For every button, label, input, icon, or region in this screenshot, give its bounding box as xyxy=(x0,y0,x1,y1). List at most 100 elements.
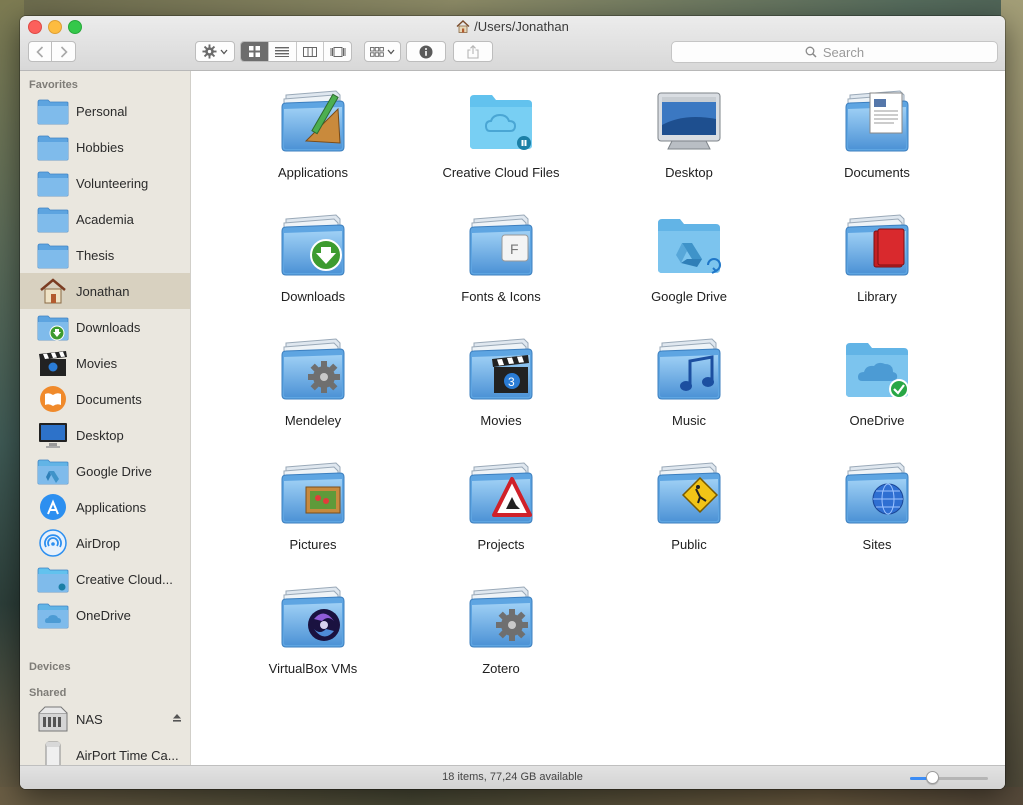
sidebar-item-movies[interactable]: Movies xyxy=(20,345,190,381)
gear-folder-icon xyxy=(466,581,536,651)
file-icon-grid: Applications Creative Cloud Files Desktop… xyxy=(191,71,1005,765)
ibooks-icon xyxy=(37,385,69,413)
sidebar-item-google-drive[interactable]: Google Drive xyxy=(20,453,190,489)
folder-icon xyxy=(37,97,69,125)
file-item-label: Mendeley xyxy=(284,413,342,428)
file-item-desktop[interactable]: Desktop xyxy=(595,79,783,189)
folder-icon xyxy=(37,169,69,197)
columns-icon xyxy=(302,46,317,57)
get-info-button[interactable] xyxy=(406,41,446,62)
sites-folder-icon xyxy=(842,457,912,527)
virtualbox-folder-icon xyxy=(278,581,348,651)
fonts-folder-icon: F xyxy=(466,209,536,279)
eject-icon[interactable] xyxy=(172,713,182,725)
chevron-down-icon xyxy=(387,49,395,54)
sidebar-item-label: Thesis xyxy=(76,247,115,263)
file-item-library[interactable]: Library xyxy=(783,203,971,313)
file-item-downloads[interactable]: Downloads xyxy=(219,203,407,313)
file-item-label: OneDrive xyxy=(849,413,905,428)
file-item-virtualbox-vms[interactable]: VirtualBox VMs xyxy=(219,575,407,685)
app-store-icon xyxy=(37,493,69,521)
status-bar: 18 items, 77,24 GB available xyxy=(20,765,1005,789)
chevron-left-icon xyxy=(36,45,44,58)
file-item-applications[interactable]: Applications xyxy=(219,79,407,189)
file-item-zotero[interactable]: Zotero xyxy=(407,575,595,685)
monitor-icon xyxy=(37,421,69,449)
file-item-sites[interactable]: Sites xyxy=(783,451,971,561)
file-item-onedrive[interactable]: OneDrive xyxy=(783,327,971,437)
file-item-music[interactable]: Music xyxy=(595,327,783,437)
forward-button[interactable] xyxy=(51,41,76,62)
file-item-pictures[interactable]: Pictures xyxy=(219,451,407,561)
icon-view-button[interactable] xyxy=(241,42,269,61)
sidebar-item-hobbies[interactable]: Hobbies xyxy=(20,129,190,165)
file-item-label: Zotero xyxy=(482,661,520,676)
file-item-creative-cloud-files[interactable]: Creative Cloud Files xyxy=(407,79,595,189)
view-mode-control[interactable] xyxy=(240,41,352,62)
cover-flow-icon xyxy=(330,46,346,57)
pictures-folder-icon xyxy=(278,457,348,527)
folder-icon xyxy=(37,241,69,269)
sidebar-item-label: Jonathan xyxy=(76,283,130,299)
sidebar: Favorites Personal Hobbies Volunteering Aca… xyxy=(20,71,191,769)
sidebar-item-thesis[interactable]: Thesis xyxy=(20,237,190,273)
icon-size-slider[interactable] xyxy=(910,777,988,780)
search-placeholder: Search xyxy=(822,44,865,60)
clapperboard-icon xyxy=(37,349,69,377)
sidebar-item-personal[interactable]: Personal xyxy=(20,93,190,129)
sidebar-item-desktop[interactable]: Desktop xyxy=(20,417,190,453)
file-item-label: Downloads xyxy=(280,289,346,304)
sidebar-item-creative-cloud[interactable]: Creative Cloud... xyxy=(20,561,190,597)
file-item-google-drive[interactable]: Google Drive xyxy=(595,203,783,313)
file-item-documents[interactable]: Documents xyxy=(783,79,971,189)
file-item-label: Music xyxy=(672,413,706,428)
sidebar-item-label: Desktop xyxy=(76,427,124,443)
file-item-label: Sites xyxy=(862,537,892,552)
sidebar-item-onedrive[interactable]: OneDrive xyxy=(20,597,190,633)
downloads-folder-icon xyxy=(37,313,69,341)
home-icon xyxy=(456,20,470,33)
column-view-button[interactable] xyxy=(297,42,325,61)
sidebar-item-label: NAS xyxy=(76,711,103,727)
sidebar-item-documents[interactable]: Documents xyxy=(20,381,190,417)
icon-size-slider-knob[interactable] xyxy=(925,771,939,784)
search-field[interactable]: Search xyxy=(671,41,998,63)
sidebar-item-label: Documents xyxy=(76,391,142,407)
file-item-label: Documents xyxy=(844,165,910,180)
gear-folder-icon xyxy=(278,333,348,403)
file-item-label: VirtualBox VMs xyxy=(268,661,358,676)
sidebar-item-airdrop[interactable]: AirDrop xyxy=(20,525,190,561)
sidebar-item-downloads[interactable]: Downloads xyxy=(20,309,190,345)
file-item-mendeley[interactable]: Mendeley xyxy=(219,327,407,437)
downloads-folder-icon xyxy=(278,209,348,279)
file-item-fonts-icons[interactable]: F Fonts & Icons xyxy=(407,203,595,313)
action-menu-button[interactable] xyxy=(195,41,235,62)
chevron-down-icon xyxy=(220,49,228,54)
file-item-label: Movies xyxy=(480,413,522,428)
sidebar-heading-shared: Shared xyxy=(29,687,67,699)
arrange-button[interactable] xyxy=(364,41,401,62)
onedrive-folder-icon xyxy=(37,601,69,629)
share-icon xyxy=(467,44,479,59)
sidebar-item-label: Volunteering xyxy=(76,175,149,191)
file-item-movies[interactable]: 3 Movies xyxy=(407,327,595,437)
sidebar-item-label: AirDrop xyxy=(76,535,121,551)
sidebar-item-volunteering[interactable]: Volunteering xyxy=(20,165,190,201)
sidebar-heading-favorites: Favorites xyxy=(29,79,78,91)
back-button[interactable] xyxy=(28,41,52,62)
sidebar-item-label: Applications xyxy=(76,499,147,515)
file-item-public[interactable]: Public xyxy=(595,451,783,561)
sidebar-item-nas[interactable]: NAS xyxy=(20,701,190,737)
sidebar-item-applications[interactable]: Applications xyxy=(20,489,190,525)
sidebar-item-academia[interactable]: Academia xyxy=(20,201,190,237)
sidebar-item-label: Personal xyxy=(76,103,128,119)
file-item-projects[interactable]: Projects xyxy=(407,451,595,561)
window-title-text: /Users/Jonathan xyxy=(474,19,569,34)
sidebar-item-jonathan[interactable]: Jonathan xyxy=(20,273,190,309)
file-item-label: Fonts & Icons xyxy=(461,289,541,304)
folder-icon xyxy=(37,205,69,233)
list-icon xyxy=(275,46,290,57)
cover-flow-view-button[interactable] xyxy=(324,42,351,61)
share-button[interactable] xyxy=(453,41,493,62)
list-view-button[interactable] xyxy=(269,42,297,61)
